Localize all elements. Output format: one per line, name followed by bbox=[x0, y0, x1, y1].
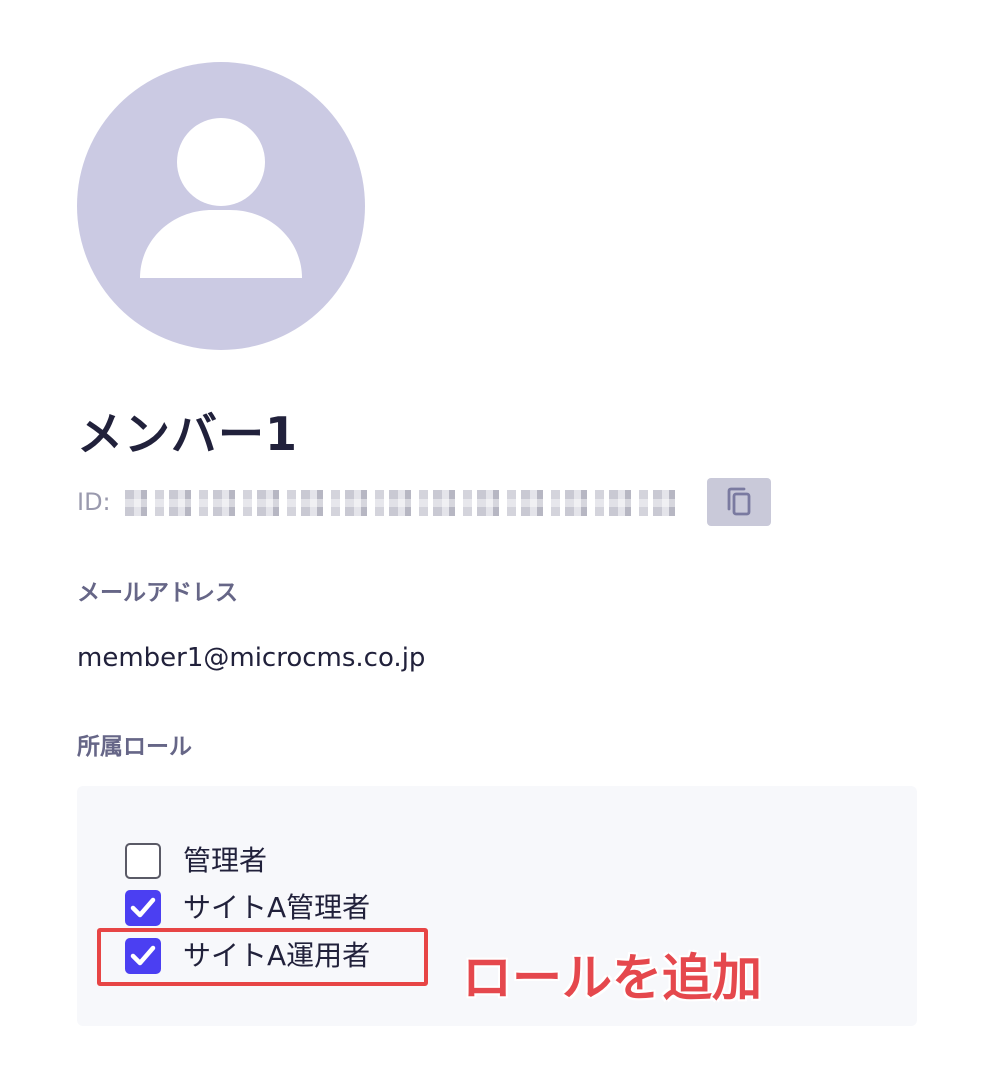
id-label: ID: bbox=[77, 488, 111, 516]
id-value: a5f3c0b2-7d1e-4f8a-9c3b-2e6d1a0f7b94 bbox=[125, 490, 680, 516]
role-item-site-a-admin[interactable]: サイトA管理者 bbox=[125, 888, 370, 928]
member-name: メンバー1 bbox=[77, 407, 299, 461]
copy-icon bbox=[727, 487, 751, 516]
annotation-add-role: ロールを追加 bbox=[462, 949, 762, 1007]
email-value: member1@microcms.co.jp bbox=[77, 643, 426, 673]
copy-id-button[interactable] bbox=[707, 478, 771, 526]
roles-section-label: 所属ロール bbox=[77, 734, 192, 760]
role-label-site-a-admin: サイトA管理者 bbox=[183, 891, 371, 924]
role-label-admin: 管理者 bbox=[183, 844, 268, 877]
avatar bbox=[77, 62, 365, 350]
member-id-row: ID: a5f3c0b2-7d1e-4f8a-9c3b-2e6d1a0f7b94 bbox=[77, 478, 777, 526]
highlight-box bbox=[97, 928, 428, 986]
role-checkbox-site-a-admin[interactable] bbox=[125, 890, 161, 926]
role-item-admin[interactable]: 管理者 bbox=[125, 841, 267, 881]
email-section-label: メールアドレス bbox=[77, 580, 238, 606]
user-silhouette-icon bbox=[140, 118, 302, 278]
checkmark-icon bbox=[130, 897, 156, 918]
role-checkbox-admin[interactable] bbox=[125, 843, 161, 879]
